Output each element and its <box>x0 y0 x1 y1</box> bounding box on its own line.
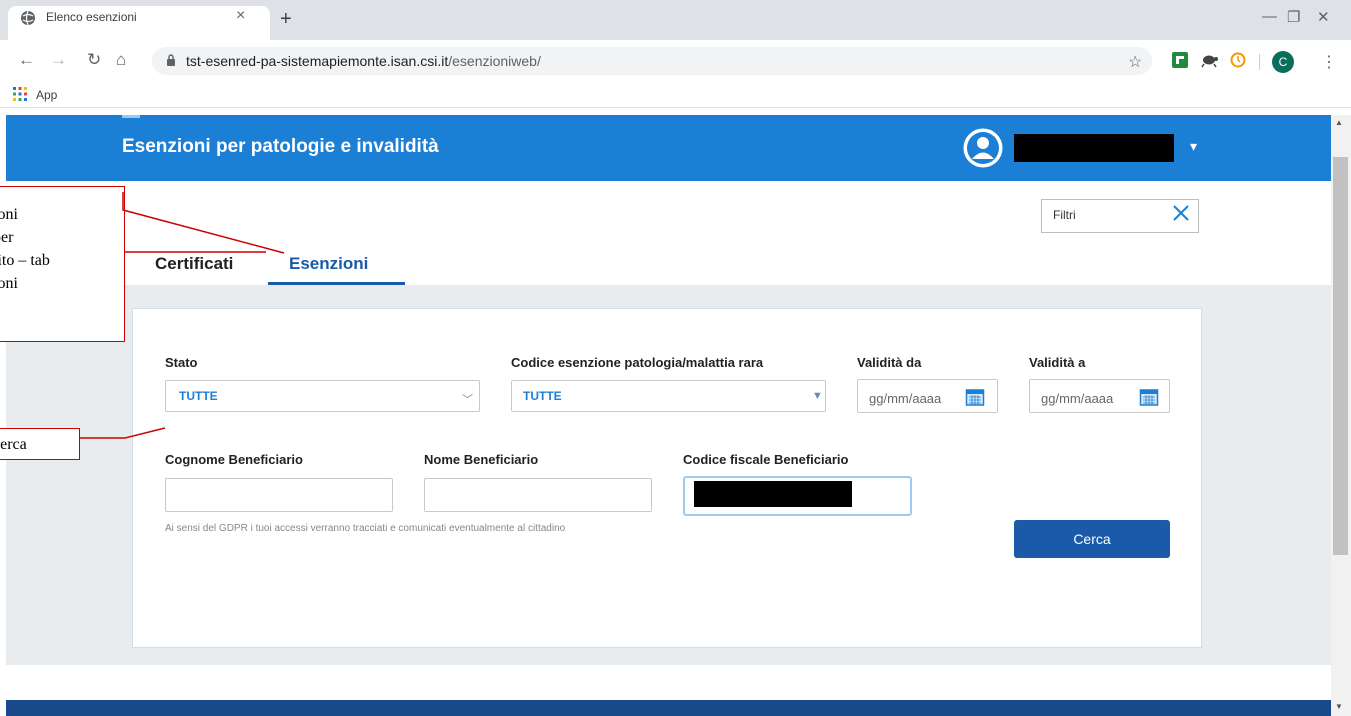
user-name-redacted[interactable] <box>1014 134 1174 162</box>
extension-green-icon[interactable] <box>1172 52 1188 68</box>
extension-turtle-icon[interactable] <box>1200 52 1218 68</box>
cognome-label: Cognome Beneficiario <box>165 452 303 467</box>
annotation-search-callout: cerca <box>0 428 80 460</box>
user-avatar-icon[interactable] <box>963 128 1003 168</box>
reload-icon[interactable]: ↻ <box>87 50 101 70</box>
nome-label: Nome Beneficiario <box>424 452 539 467</box>
url-path: /esenzioniweb/ <box>448 53 541 69</box>
tab-certificati[interactable]: Certificati <box>155 254 233 274</box>
new-tab-button[interactable]: + <box>280 8 292 31</box>
validita-da-label: Validità da <box>857 355 922 370</box>
tab-esenzioni[interactable]: Esenzioni <box>289 254 368 274</box>
bookmarks-bar <box>0 82 1351 108</box>
annotation-line: ioni <box>0 275 18 292</box>
calendar-icon[interactable] <box>1139 387 1159 407</box>
codice-fiscale-redacted <box>694 481 852 507</box>
extension-timer-icon[interactable] <box>1230 52 1246 68</box>
tab-close-icon[interactable]: × <box>236 7 1337 25</box>
stato-value: TUTTE <box>179 389 218 403</box>
apps-grid-icon[interactable] <box>12 86 28 102</box>
scroll-up-icon[interactable]: ▲ <box>1335 118 1343 127</box>
url-host: tst-esenred-pa-sistemapiemonte.isan.csi.… <box>186 53 449 69</box>
browser-menu-icon[interactable]: ⋮ <box>1321 52 1337 72</box>
window-close-button[interactable]: ✕ <box>1317 8 1330 26</box>
annotation-line: cerca <box>0 436 27 453</box>
url-text: tst-esenred-pa-sistemapiemonte.isan.csi.… <box>186 53 541 69</box>
bookmark-apps-label[interactable]: App <box>36 88 57 102</box>
codice-fiscale-label: Codice fiscale Beneficiario <box>683 452 849 467</box>
toolbar-divider <box>1259 54 1260 70</box>
filters-label: Filtri <box>1053 208 1076 222</box>
profile-avatar[interactable]: C <box>1272 51 1294 73</box>
close-icon[interactable] <box>1172 204 1190 222</box>
calendar-icon[interactable] <box>965 387 985 407</box>
validita-da-placeholder: gg/mm/aaaa <box>869 391 942 406</box>
window-minimize-button[interactable]: — <box>1262 8 1277 25</box>
active-tab-indicator <box>268 282 405 285</box>
home-icon[interactable]: ⌂ <box>116 50 126 70</box>
chevron-down-icon: ﹀ <box>462 394 473 406</box>
scroll-down-icon[interactable]: ▼ <box>1335 702 1343 711</box>
search-button-label: Cerca <box>1073 531 1111 547</box>
header-logo-fragment <box>122 115 140 118</box>
validita-a-label: Validità a <box>1029 355 1086 370</box>
page-footer <box>6 700 1331 716</box>
lock-icon <box>167 54 175 66</box>
scrollbar-thumb[interactable] <box>1333 157 1348 555</box>
gdpr-note: Ai sensi del GDPR i tuoi accessi verrann… <box>165 523 566 534</box>
window-maximize-button[interactable]: ❐ <box>1287 8 1300 26</box>
user-menu-chevron-icon[interactable]: ▾ <box>1190 138 1197 155</box>
bookmark-star-icon[interactable]: ☆ <box>1128 52 1142 72</box>
codice-esenzione-value: TUTTE <box>523 389 562 403</box>
nome-input[interactable] <box>424 478 652 512</box>
forward-icon[interactable]: → <box>50 50 67 70</box>
tab-title: Elenco esenzioni <box>46 10 137 24</box>
codice-esenzione-label: Codice esenzione patologia/malattia rara <box>511 355 764 370</box>
page-title: Esenzioni per patologie e invalidità <box>122 136 439 157</box>
validita-a-placeholder: gg/mm/aaaa <box>1041 391 1114 406</box>
annotation-line: tito – tab <box>0 252 50 269</box>
annotation-line: ioni <box>0 206 18 223</box>
annotation-tab-callout: ioni per tito – tab ioni <box>0 186 125 342</box>
back-icon[interactable]: ← <box>18 50 35 70</box>
globe-icon <box>21 10 35 26</box>
stato-label: Stato <box>165 355 198 370</box>
caret-down-icon: ▼ <box>812 390 823 402</box>
cognome-input[interactable] <box>165 478 393 512</box>
annotation-line: per <box>0 229 14 246</box>
